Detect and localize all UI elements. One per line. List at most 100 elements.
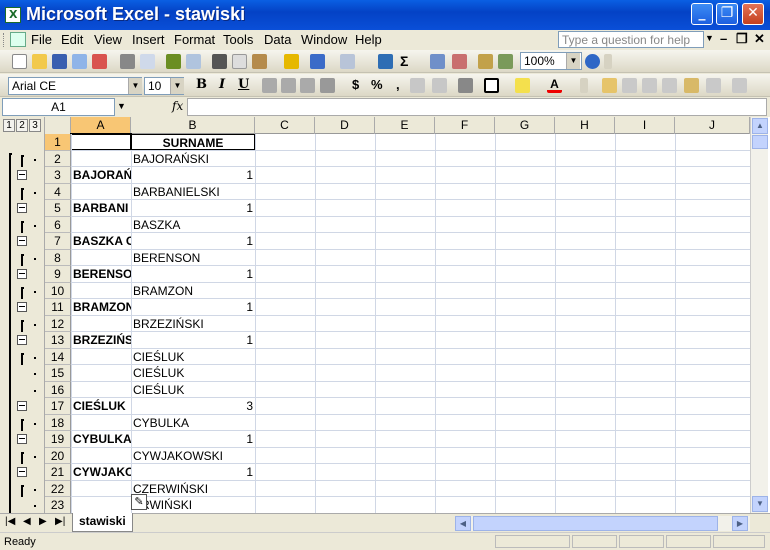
toolbar-options-icon[interactable] xyxy=(604,54,612,69)
column-header-h[interactable]: H xyxy=(555,117,615,134)
outline-level-1-button[interactable]: 1 xyxy=(3,119,15,132)
format-painter-icon[interactable] xyxy=(284,54,299,69)
row-header-18[interactable]: 18 xyxy=(45,414,71,431)
cell-a12[interactable] xyxy=(71,316,131,332)
scroll-left-icon[interactable]: ◀ xyxy=(455,516,471,531)
row-header-2[interactable]: 2 xyxy=(45,150,71,167)
email-icon[interactable] xyxy=(92,54,107,69)
row-header-1[interactable]: 1 xyxy=(45,134,71,151)
menu-insert[interactable]: Insert xyxy=(132,32,165,47)
column-header-f[interactable]: F xyxy=(435,117,495,134)
italic-button[interactable]: I xyxy=(219,77,225,92)
vertical-scroll-thumb[interactable] xyxy=(752,135,768,149)
menu-file[interactable]: File xyxy=(31,32,52,47)
align-left-icon[interactable] xyxy=(262,78,277,93)
row-header-12[interactable]: 12 xyxy=(45,315,71,332)
name-box[interactable]: A1 xyxy=(2,98,115,116)
cell-a15[interactable] xyxy=(71,365,131,381)
cell-b1[interactable]: SURNAME xyxy=(131,134,255,150)
formula-input[interactable] xyxy=(187,98,767,116)
close-button[interactable]: ✕ xyxy=(742,3,764,25)
increase-decimal-icon[interactable] xyxy=(410,78,425,93)
row-header-23[interactable]: 23 xyxy=(45,497,71,513)
insert-function-button[interactable]: fx xyxy=(172,99,183,113)
outline-collapse-icon[interactable] xyxy=(17,170,27,180)
cell-b22[interactable]: CZERWIŃSKI xyxy=(131,481,255,497)
reviewing-icon-3[interactable] xyxy=(642,78,657,93)
align-right-icon[interactable] xyxy=(300,78,315,93)
paste-options-icon[interactable]: ✎ xyxy=(131,494,147,510)
column-header-d[interactable]: D xyxy=(315,117,375,134)
cell-a7[interactable]: BASZKA C xyxy=(71,233,131,249)
reviewing-icon-2[interactable] xyxy=(622,78,637,93)
cell-b10[interactable]: BRAMZON xyxy=(131,283,255,299)
first-sheet-icon[interactable]: |◀ xyxy=(5,516,15,527)
cell-b15[interactable]: CIEŚLUK xyxy=(131,365,255,381)
cell-b11[interactable]: 1 xyxy=(131,299,255,315)
row-header-17[interactable]: 17 xyxy=(45,398,71,415)
row-header-22[interactable]: 22 xyxy=(45,480,71,497)
bold-button[interactable]: B xyxy=(196,77,207,92)
outline-collapse-icon[interactable] xyxy=(17,236,27,246)
excel-app-icon[interactable] xyxy=(5,7,21,23)
autosum-icon[interactable]: Σ xyxy=(400,54,415,69)
paste-icon[interactable] xyxy=(252,54,267,69)
cell-b8[interactable]: BERENSON xyxy=(131,250,255,266)
font-color-icon[interactable]: A xyxy=(547,78,562,93)
font-dropdown-icon[interactable]: ▼ xyxy=(128,78,142,94)
permission-icon[interactable] xyxy=(72,54,87,69)
scroll-down-icon[interactable]: ▼ xyxy=(752,496,768,512)
research-icon[interactable] xyxy=(186,54,201,69)
column-header-b[interactable]: B xyxy=(131,117,255,134)
row-header-8[interactable]: 8 xyxy=(45,249,71,266)
row-header-10[interactable]: 10 xyxy=(45,282,71,299)
column-header-j[interactable]: J xyxy=(675,117,750,134)
row-header-15[interactable]: 15 xyxy=(45,365,71,382)
menu-grip[interactable] xyxy=(3,33,7,47)
reviewing-icon-5[interactable] xyxy=(684,78,699,93)
vertical-scrollbar[interactable]: ▲ ▼ xyxy=(750,117,768,513)
help-search-input[interactable]: Type a question for help xyxy=(558,31,704,48)
column-header-g[interactable]: G xyxy=(495,117,555,134)
column-header-e[interactable]: E xyxy=(375,117,435,134)
underline-button[interactable]: U xyxy=(238,77,249,92)
column-header-a[interactable]: A xyxy=(71,117,131,134)
cell-b16[interactable]: CIEŚLUK xyxy=(131,382,255,398)
sort-ascending-icon[interactable] xyxy=(430,54,445,69)
row-header-13[interactable]: 13 xyxy=(45,332,71,349)
outline-collapse-icon[interactable] xyxy=(17,401,27,411)
cell-b23[interactable]: ERWIŃSKI xyxy=(131,497,255,513)
indent-icon[interactable] xyxy=(458,78,473,93)
workbook-close-button[interactable]: ✕ xyxy=(754,31,765,47)
minimize-button[interactable]: _ xyxy=(691,3,713,25)
horizontal-scroll-thumb[interactable] xyxy=(473,516,718,531)
borders-icon[interactable] xyxy=(484,78,499,93)
menu-edit[interactable]: Edit xyxy=(61,32,83,47)
cell-b17[interactable]: 3 xyxy=(131,398,255,414)
sheet-tab-stawiski[interactable]: stawiski xyxy=(72,513,133,532)
cell-a21[interactable]: CYWJAKO xyxy=(71,464,131,480)
font-name-select[interactable]: Arial CE xyxy=(8,77,142,95)
cell-a10[interactable] xyxy=(71,283,131,299)
row-header-14[interactable]: 14 xyxy=(45,348,71,365)
worksheet-grid[interactable]: 1 2 3 A B C D E F G H I J 1 SURNAME 2 BAJOR… xyxy=(0,117,770,513)
cell-b12[interactable]: BRZEZIŃSKI xyxy=(131,316,255,332)
cell-a22[interactable] xyxy=(71,481,131,497)
spelling-icon[interactable] xyxy=(166,54,181,69)
scroll-right-icon[interactable]: ▶ xyxy=(732,516,748,531)
cell-b19[interactable]: 1 xyxy=(131,431,255,447)
outline-collapse-icon[interactable] xyxy=(17,434,27,444)
horizontal-scrollbar[interactable]: ◀ ▶ xyxy=(455,516,750,531)
outline-collapse-icon[interactable] xyxy=(17,335,27,345)
column-header-i[interactable]: I xyxy=(615,117,675,134)
reviewing-icon-1[interactable] xyxy=(602,78,617,93)
cell-b5[interactable]: 1 xyxy=(131,200,255,216)
reviewing-icon-4[interactable] xyxy=(662,78,677,93)
maximize-button[interactable]: ❐ xyxy=(716,3,738,25)
row-header-7[interactable]: 7 xyxy=(45,233,71,250)
row-header-6[interactable]: 6 xyxy=(45,216,71,233)
workbook-icon[interactable] xyxy=(10,32,26,47)
row-header-11[interactable]: 11 xyxy=(45,299,71,316)
cell-a3[interactable]: BAJORAŃ xyxy=(71,167,131,183)
menu-format[interactable]: Format xyxy=(174,32,215,47)
